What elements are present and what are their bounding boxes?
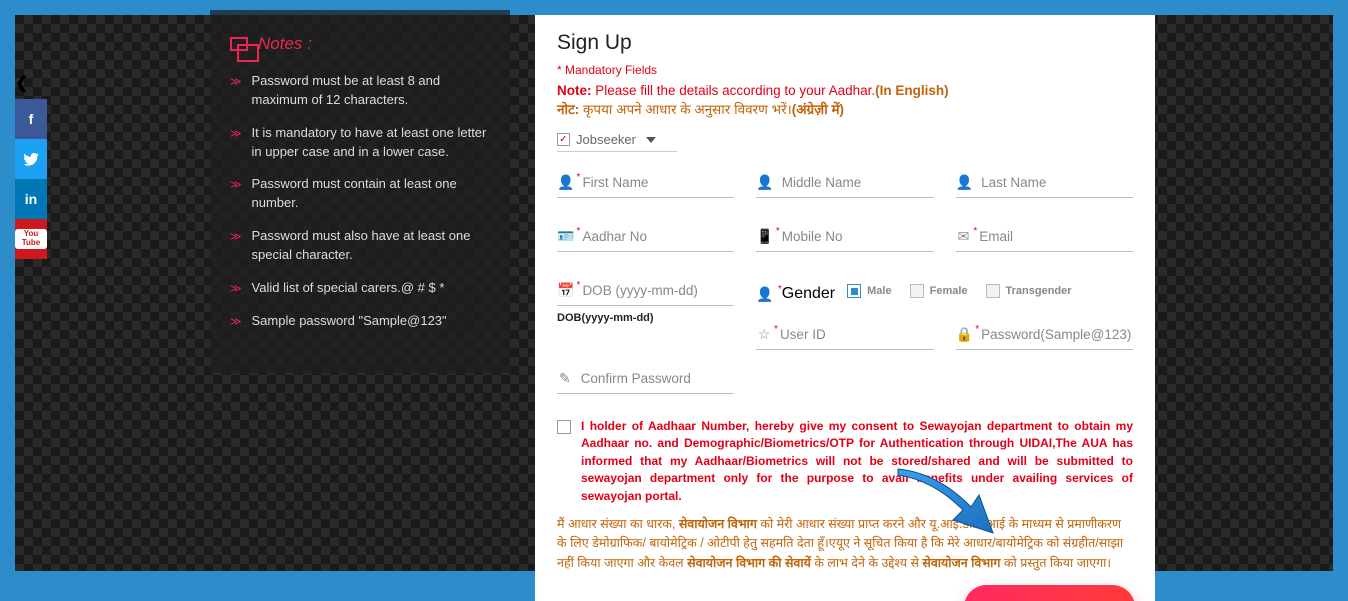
- chevron-icon: ≫: [230, 230, 242, 265]
- last-name-input[interactable]: [981, 175, 1133, 190]
- mobile-field[interactable]: 📱*: [756, 228, 933, 252]
- person-icon: 👤: [756, 174, 773, 191]
- note-item: ≫Valid list of special carers.@ # $ *: [230, 279, 490, 298]
- middle-name-field[interactable]: 👤: [756, 174, 933, 198]
- social-rail: f in You Tube: [15, 99, 47, 259]
- dob-field[interactable]: 📅*: [557, 282, 734, 306]
- id-icon: 🪪*: [557, 228, 574, 245]
- captcha-input[interactable]: [557, 591, 897, 601]
- mobile-input[interactable]: [782, 229, 934, 244]
- page-title: Sign Up: [557, 31, 1133, 55]
- consent-block: I holder of Aadhaar Number, hereby give …: [557, 418, 1133, 505]
- checkbox-icon: ✓: [557, 133, 570, 146]
- gender-trans[interactable]: Transgender: [986, 284, 1072, 298]
- person-icon: 👤: [956, 174, 973, 191]
- star-icon: ☆*: [756, 326, 772, 343]
- notes-header: Notes :: [230, 34, 490, 54]
- gender-female[interactable]: Female: [910, 284, 968, 298]
- chevron-icon: ≫: [230, 178, 242, 213]
- password-field[interactable]: 🔒*: [956, 326, 1133, 350]
- confirm-password-input[interactable]: [581, 371, 735, 386]
- gender-label: Gender: [782, 285, 835, 303]
- email-field[interactable]: ✉*: [956, 228, 1133, 252]
- chevron-icon: ≫: [230, 127, 242, 162]
- mobile-icon: 📱*: [756, 228, 773, 245]
- gender-icon: 👤*: [756, 286, 773, 303]
- chevron-icon: ≫: [230, 315, 242, 331]
- user-id-input[interactable]: [780, 327, 934, 342]
- consent-text-hi: मैं आधार संख्या का धारक, सेवायोजन विभाग …: [557, 515, 1133, 573]
- note-item: ≫Password must be at least 8 and maximum…: [230, 72, 490, 110]
- person-icon: 👤*: [557, 174, 574, 191]
- gender-options: Male Female Transgender: [847, 284, 1081, 304]
- chevron-icon: ≫: [230, 282, 242, 298]
- note-hindi: नोट: कृपया अपने आधार के अनुसार विवरण भरे…: [557, 100, 1133, 118]
- dob-hint: DOB(yyyy-mm-dd): [557, 312, 734, 350]
- jobseeker-dropdown[interactable]: ✓ Jobseeker: [557, 132, 677, 152]
- password-input[interactable]: [981, 327, 1133, 342]
- notes-icon: [230, 37, 248, 51]
- youtube-icon[interactable]: You Tube: [15, 219, 47, 259]
- aadhar-field[interactable]: 🪪*: [557, 228, 734, 252]
- facebook-icon[interactable]: f: [15, 99, 47, 139]
- linkedin-icon[interactable]: in: [15, 179, 47, 219]
- last-name-field[interactable]: 👤: [956, 174, 1133, 198]
- middle-name-input[interactable]: [782, 175, 934, 190]
- aadhar-input[interactable]: [582, 229, 734, 244]
- consent-text-en: I holder of Aadhaar Number, hereby give …: [581, 418, 1133, 505]
- note-item: ≫It is mandatory to have at least one le…: [230, 124, 490, 162]
- dob-input[interactable]: [582, 283, 734, 298]
- scroll-left-icon[interactable]: ❮: [15, 73, 28, 93]
- note-english: Note: Please fill the details according …: [557, 83, 1133, 98]
- email-input[interactable]: [979, 229, 1133, 244]
- note-item: ≫Password must contain at least one numb…: [230, 175, 490, 213]
- chevron-icon: ≫: [230, 75, 242, 110]
- verify-aadhar-button[interactable]: ✓ Verify Aadhar No.: [964, 585, 1135, 601]
- gender-male[interactable]: Male: [847, 284, 891, 298]
- pencil-icon: ✎: [557, 370, 573, 387]
- notes-panel: Notes : ≫Password must be at least 8 and…: [210, 10, 510, 373]
- note-item: ≫Sample password "Sample@123": [230, 312, 490, 331]
- twitter-icon[interactable]: [15, 139, 47, 179]
- mandatory-label: * Mandatory Fields: [557, 63, 1133, 77]
- consent-checkbox[interactable]: [557, 420, 571, 434]
- note-item: ≫Password must also have at least one sp…: [230, 227, 490, 265]
- first-name-field[interactable]: 👤*: [557, 174, 734, 198]
- signup-form: Sign Up * Mandatory Fields Note: Please …: [535, 15, 1155, 601]
- user-id-field[interactable]: ☆*: [756, 326, 933, 350]
- email-icon: ✉*: [956, 228, 972, 245]
- calendar-icon: 📅*: [557, 282, 574, 299]
- confirm-password-field[interactable]: ✎: [557, 370, 734, 394]
- first-name-input[interactable]: [582, 175, 734, 190]
- lock-icon: 🔒*: [956, 326, 973, 343]
- chevron-down-icon: [646, 137, 656, 143]
